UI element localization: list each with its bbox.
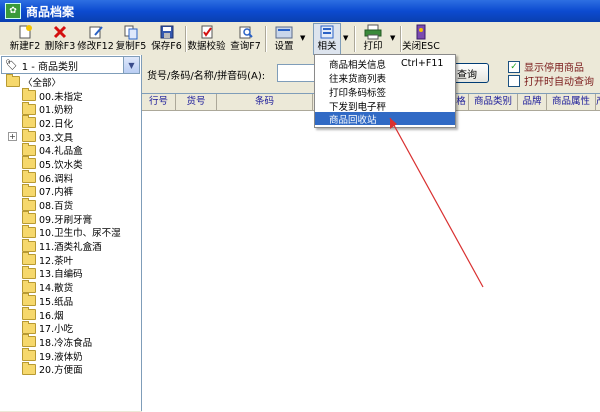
annotation-arrow [389, 117, 484, 288]
